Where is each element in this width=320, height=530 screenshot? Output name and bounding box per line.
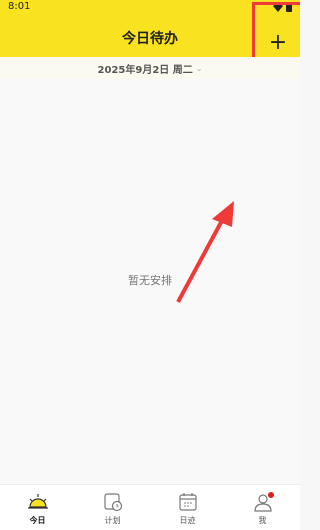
tab-label-journal: 日迹	[179, 516, 196, 525]
calendar-clock-icon	[103, 493, 122, 512]
date-label: 2025年9月2日 周二	[97, 64, 193, 76]
pointer-arrow	[176, 201, 234, 303]
tab-journal[interactable]: 日迹	[150, 485, 225, 530]
status-time: 8:01	[8, 1, 31, 12]
tab-me[interactable]: 我	[225, 485, 300, 530]
empty-state-text: 暂无安排	[128, 274, 172, 287]
user-icon	[252, 491, 274, 513]
chevron-down-icon: ⌄	[195, 63, 203, 73]
tab-today[interactable]: 今日	[0, 485, 75, 530]
date-selector[interactable]: 2025年9月2日 周二 ⌄	[0, 57, 300, 79]
tab-label-me: 我	[258, 516, 267, 525]
notification-dot	[267, 492, 274, 498]
task-list-area: 暂无安排	[0, 79, 300, 484]
tab-label-plan: 计划	[104, 516, 121, 525]
calendar-icon	[178, 493, 197, 511]
tab-plan[interactable]: 计划	[75, 485, 150, 530]
sun-icon	[27, 494, 48, 509]
bottom-tab-bar: 今日 计划 日迹 我	[0, 484, 300, 530]
tab-label-today: 今日	[29, 516, 46, 525]
